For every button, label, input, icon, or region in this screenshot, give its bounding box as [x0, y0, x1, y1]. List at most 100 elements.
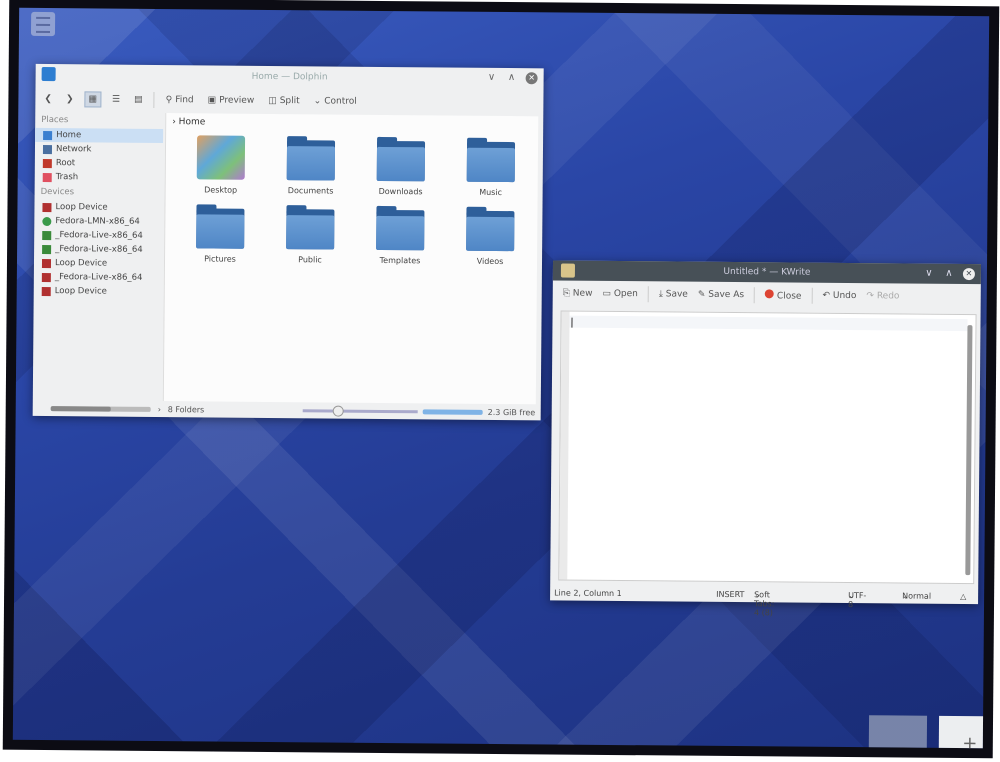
preview-button[interactable]: ▣ Preview	[205, 93, 258, 107]
open-button[interactable]: ▭ Open	[602, 289, 638, 299]
breadcrumb[interactable]: › Home	[166, 113, 538, 136]
zoom-slider[interactable]	[302, 405, 418, 417]
add-desktop-button[interactable]: +	[938, 715, 990, 749]
kwrite-window[interactable]: Untitled * — KWrite ∨ ∧ ✕ ⎘ New ▭ Open ⤓…	[550, 260, 982, 617]
new-icon: ⎘	[562, 288, 570, 299]
save-as-label: Save As	[708, 289, 745, 301]
details-view-button[interactable]: ▤	[131, 93, 146, 107]
encoding-selector[interactable]: UTF-8 ⌄	[848, 591, 866, 609]
control-button[interactable]: ⌄ Control	[311, 94, 360, 108]
icons-view-button[interactable]: ▦	[84, 91, 102, 108]
drive-icon	[41, 286, 51, 296]
editor-scrollbar[interactable]	[965, 325, 973, 576]
device-label: _Fedora-Live-x86_64	[54, 272, 143, 283]
folder-icon	[286, 205, 335, 250]
file-item-templates[interactable]: Templates	[355, 205, 446, 266]
save-as-icon: ✎	[697, 289, 706, 300]
close-icon[interactable]: ✕	[525, 72, 538, 85]
folder-icon	[466, 206, 515, 252]
expand-icon[interactable]: ›	[158, 405, 161, 414]
file-item-music[interactable]: Music	[446, 137, 537, 198]
file-label: Downloads	[378, 186, 423, 197]
device-item[interactable]: _Fedora-Live-x86_64	[34, 242, 162, 257]
maximize-icon[interactable]: ∧	[943, 268, 955, 280]
highlight-label: Normal	[902, 591, 932, 601]
place-item-root[interactable]: Root	[35, 156, 163, 171]
device-item[interactable]: _Fedora-Live-x86_64	[34, 270, 162, 285]
window-title: Untitled * — KWrite	[723, 266, 811, 278]
places-scrollbar[interactable]	[50, 406, 151, 412]
save-icon: ⤓	[658, 289, 663, 300]
device-item[interactable]: _Fedora-Live-x86_64	[34, 228, 162, 243]
new-button[interactable]: ⎘ New	[563, 289, 593, 299]
save-label: Save	[665, 289, 688, 300]
warning-icon[interactable]: △	[960, 592, 966, 601]
kwrite-titlebar[interactable]: Untitled * — KWrite ∨ ∧ ✕	[552, 260, 982, 285]
virtual-desktop-pager[interactable]	[868, 715, 928, 749]
device-item[interactable]: Fedora-LMN-x86_64	[34, 214, 162, 229]
kwrite-toolbar: ⎘ New ▭ Open ⤓ Save ✎ Save As Close ↶ Un…	[553, 280, 981, 310]
forward-button[interactable]: ❯	[63, 92, 77, 106]
file-item-videos[interactable]: Videos	[445, 206, 536, 267]
redo-label: Redo	[876, 291, 900, 302]
places-header: Places	[41, 114, 69, 126]
highlight-selector[interactable]: Normal ⌄	[902, 591, 931, 600]
root-icon	[42, 158, 52, 168]
undo-icon: ↶	[822, 290, 831, 301]
file-item-documents[interactable]: Documents	[266, 136, 357, 196]
place-label: Network	[55, 144, 92, 155]
save-as-button[interactable]: ✎ Save As	[698, 290, 744, 300]
desktop[interactable]: Home — Dolphin ∨ ∧ ✕ ❮ ❯ ▦ ☰ ▤ ⚲ Find ▣ Pr…	[12, 7, 990, 749]
input-mode[interactable]: INSERT	[716, 589, 744, 598]
file-item-public[interactable]: Public	[265, 205, 356, 265]
find-label: Find	[175, 95, 194, 106]
place-item-network[interactable]: Network	[35, 142, 163, 157]
file-item-downloads[interactable]: Downloads	[356, 136, 447, 197]
text-editor[interactable]	[558, 310, 977, 585]
drive-icon	[41, 258, 52, 268]
file-item-pictures[interactable]: Pictures	[175, 204, 266, 264]
undo-button[interactable]: ↶ Undo	[822, 291, 856, 301]
split-button[interactable]: ◫ Split	[265, 94, 303, 108]
kwrite-statusbar: Line 2, Column 1 INSERT Soft Tabs: 4 (8)…	[550, 584, 978, 617]
file-view[interactable]: › Home Desktop Documents Downloads Music…	[162, 113, 539, 405]
place-item-trash[interactable]: Trash	[35, 170, 163, 185]
folder-icon	[286, 136, 336, 181]
folder-count: 8 Folders	[167, 405, 205, 415]
device-label: Loop Device	[55, 202, 108, 213]
network-icon	[42, 144, 53, 154]
indentation-selector[interactable]: Soft Tabs: 4 (8) ⌄	[754, 590, 775, 617]
device-item[interactable]: Loop Device	[34, 284, 162, 299]
compact-view-button[interactable]: ☰	[109, 93, 123, 107]
back-button[interactable]: ❮	[41, 92, 55, 106]
minimize-icon[interactable]: ∨	[923, 268, 935, 280]
file-label: Templates	[379, 255, 421, 266]
find-button[interactable]: ⚲ Find	[163, 93, 197, 107]
places-panel: Places Home Network Root Trash Devices L…	[33, 112, 164, 399]
close-icon[interactable]: ✕	[962, 268, 975, 281]
device-item[interactable]: Loop Device	[34, 256, 162, 271]
home-icon	[43, 130, 53, 140]
place-item-home[interactable]: Home	[35, 127, 164, 144]
redo-button[interactable]: ↷ Redo	[866, 291, 899, 301]
minimize-icon[interactable]: ∨	[486, 72, 498, 84]
desktop-folder-icon	[196, 135, 246, 180]
maximize-icon[interactable]: ∧	[506, 72, 518, 84]
application-menu-button[interactable]	[30, 11, 56, 37]
file-item-desktop[interactable]: Desktop	[176, 135, 267, 195]
devices-header: Devices	[40, 186, 75, 198]
file-label: Documents	[287, 186, 334, 196]
window-title: Home — Dolphin	[251, 71, 328, 83]
screenshot-stage: Home — Dolphin ∨ ∧ ✕ ❮ ❯ ▦ ☰ ▤ ⚲ Find ▣ Pr…	[0, 0, 1000, 762]
editor-gutter	[559, 311, 570, 580]
preview-icon: ▣	[207, 95, 217, 106]
drive-icon	[42, 244, 52, 254]
save-button[interactable]: ⤓ Save	[659, 289, 688, 299]
close-doc-button[interactable]: Close	[765, 289, 802, 302]
dolphin-window[interactable]: Home — Dolphin ∨ ∧ ✕ ❮ ❯ ▦ ☰ ▤ ⚲ Find ▣ Pr…	[32, 63, 544, 421]
folder-icon	[196, 204, 245, 249]
dolphin-titlebar[interactable]: Home — Dolphin ∨ ∧ ✕	[36, 64, 544, 90]
device-item[interactable]: Loop Device	[34, 200, 162, 215]
split-label: Split	[279, 96, 300, 107]
device-label: Loop Device	[54, 258, 108, 269]
